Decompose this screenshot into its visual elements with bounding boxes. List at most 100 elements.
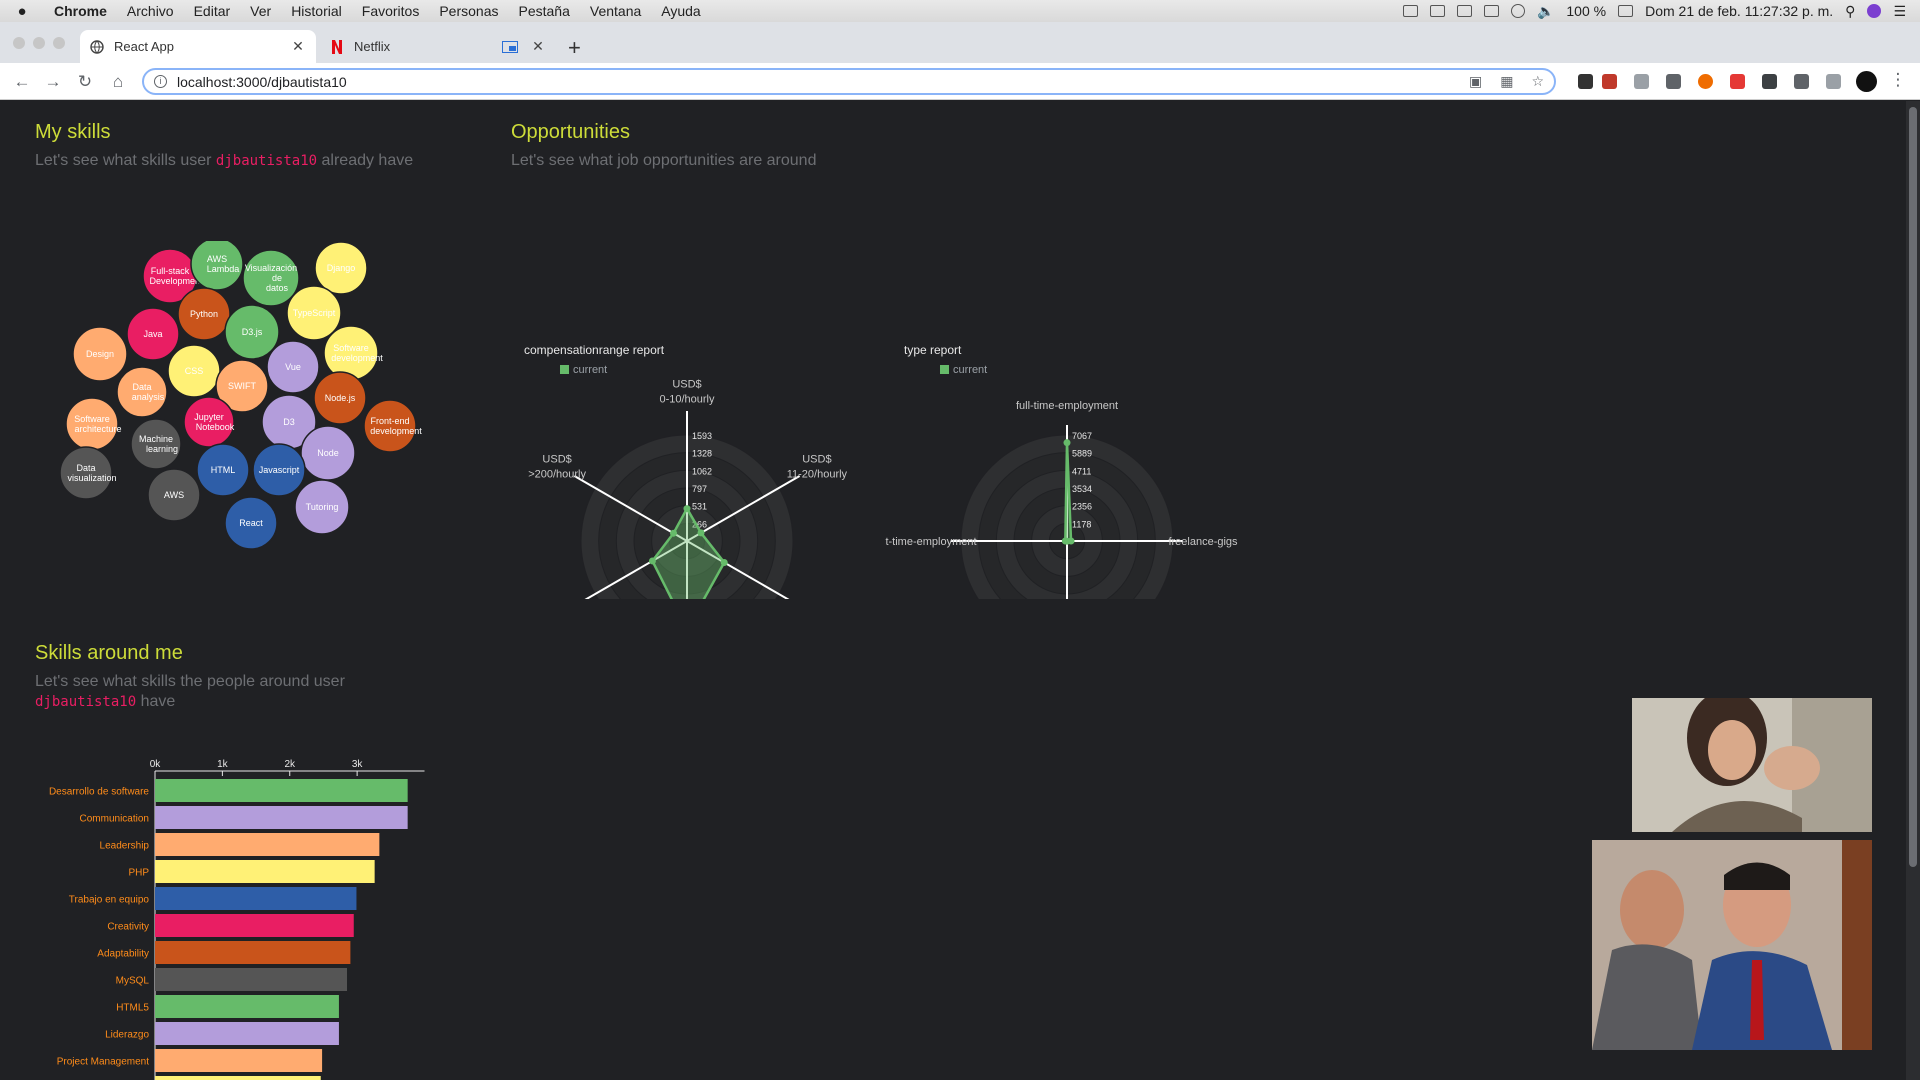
skill-bar[interactable] [155, 1022, 339, 1045]
back-button[interactable]: ← [12, 72, 32, 92]
menu-ver[interactable]: Ver [240, 3, 281, 19]
window-close-button[interactable] [13, 37, 25, 49]
radar-data-point[interactable] [648, 557, 656, 565]
skill-bubble[interactable]: Vue [266, 340, 320, 394]
skill-bubble[interactable]: D3.js [224, 304, 280, 360]
siri-icon[interactable] [1867, 4, 1882, 18]
volume-icon[interactable]: 🔈 [1537, 3, 1554, 20]
window-minimize-button[interactable] [33, 37, 45, 49]
skill-bubble[interactable]: Softwarearchitecture [65, 397, 122, 451]
spotlight-search-icon[interactable]: ⚲ [1845, 3, 1855, 20]
home-button[interactable]: ⌂ [108, 72, 128, 92]
bookmark-star-icon[interactable]: ☆ [1531, 73, 1544, 90]
skill-bar[interactable] [155, 779, 408, 802]
reload-button[interactable]: ↻ [75, 72, 95, 92]
skill-bar[interactable] [155, 914, 354, 937]
skill-bubble[interactable]: React [224, 496, 278, 550]
skill-bar[interactable] [155, 860, 375, 883]
skill-bar[interactable] [155, 806, 408, 829]
camera-icon[interactable] [1666, 74, 1681, 89]
cast-icon[interactable]: ▣ [1469, 73, 1482, 90]
skill-bubble[interactable]: CSS [167, 344, 221, 398]
ublock-icon[interactable] [1602, 74, 1617, 89]
skill-bubble[interactable]: HTML [196, 443, 250, 497]
qr-code-icon[interactable]: ▦ [1500, 73, 1513, 90]
chrome-menu-icon[interactable]: ⋮ [1888, 70, 1908, 90]
wifi-icon[interactable] [1510, 4, 1525, 18]
picture-in-picture-icon[interactable] [502, 40, 518, 53]
profile-avatar[interactable] [1856, 71, 1877, 92]
skill-bubble[interactable]: Softwaredevelopment [323, 325, 383, 381]
radar-data-point[interactable] [1063, 439, 1071, 447]
skill-bar[interactable] [155, 887, 357, 910]
tab-close-icon[interactable]: ✕ [290, 38, 306, 55]
menu-pestana[interactable]: Pestaña [509, 3, 580, 19]
extensions-puzzle-icon[interactable] [1794, 74, 1809, 89]
skill-bar[interactable] [155, 941, 351, 964]
extension-orange-icon[interactable] [1698, 74, 1713, 89]
address-bar[interactable]: i localhost:3000/djbautista10 ▣ ▦ ☆ [142, 68, 1556, 95]
skill-bubble[interactable]: TypeScript [286, 285, 342, 341]
skill-bubble[interactable]: Design [72, 326, 128, 382]
skill-bar[interactable] [155, 833, 380, 856]
skill-bubble[interactable]: Dataanalysis [116, 366, 168, 418]
airplay-icon[interactable] [1429, 5, 1445, 17]
skill-bar[interactable] [155, 1049, 323, 1072]
menu-ayuda[interactable]: Ayuda [651, 3, 710, 19]
battery-percent[interactable]: 100 % [1566, 3, 1606, 19]
new-tab-button[interactable]: + [568, 35, 581, 61]
radar-data-point[interactable] [1061, 537, 1069, 545]
shield-icon[interactable] [1634, 74, 1649, 89]
skill-bubble[interactable]: Python [177, 287, 231, 341]
skill-bubble[interactable]: Machinelearning [130, 418, 182, 470]
skill-bar[interactable] [155, 1076, 321, 1080]
skill-bubble[interactable]: Javascript [252, 443, 306, 497]
calendar-icon[interactable] [1483, 5, 1499, 17]
radar-data-point[interactable] [683, 505, 691, 513]
skill-bubble[interactable]: Node [300, 425, 356, 481]
pip-video-window-top[interactable] [1632, 698, 1872, 832]
menu-personas[interactable]: Personas [429, 3, 508, 19]
extension-tp-icon[interactable] [1730, 74, 1745, 89]
forward-button[interactable]: → [43, 72, 63, 92]
skill-bubble[interactable]: Datavisualization [60, 446, 117, 500]
extension-pip-icon[interactable] [1762, 74, 1777, 89]
skill-bubble[interactable]: AWSLambda [190, 241, 244, 291]
menu-archivo[interactable]: Archivo [117, 3, 184, 19]
skill-bubble[interactable]: Front-enddevelopment [363, 399, 422, 453]
scrollbar-thumb[interactable] [1909, 107, 1917, 867]
skill-bubble[interactable]: Django [314, 241, 368, 295]
pip-video-window-bottom[interactable] [1592, 840, 1872, 1050]
skill-bubble[interactable]: JupyterNotebook [183, 396, 235, 448]
screen-record-icon[interactable] [1402, 5, 1418, 17]
window-zoom-button[interactable] [53, 37, 65, 49]
page-scrollbar[interactable] [1906, 101, 1920, 1080]
skill-bar[interactable] [155, 995, 339, 1018]
menu-historial[interactable]: Historial [281, 3, 352, 19]
tab-react-app[interactable]: React App ✕ [80, 30, 316, 63]
skill-bubble[interactable]: Node.js [313, 371, 367, 425]
menu-ventana[interactable]: Ventana [580, 3, 651, 19]
skill-bubble[interactable]: Java [126, 307, 180, 361]
skill-bubble[interactable]: Visualizacióndedatos [242, 249, 300, 307]
tab-close-icon[interactable]: ✕ [530, 38, 546, 55]
menu-favoritos[interactable]: Favoritos [352, 3, 430, 19]
menu-app[interactable]: Chrome [44, 3, 117, 19]
site-info-icon[interactable]: i [154, 75, 167, 88]
radar-data-point[interactable] [697, 529, 705, 537]
skill-bubble[interactable]: Tutoring [294, 479, 350, 535]
skill-bar[interactable] [155, 968, 348, 991]
radar-data-point[interactable] [670, 529, 678, 537]
skill-bubble[interactable]: AWS [147, 468, 201, 522]
clock[interactable]: Dom 21 de feb. 11:27:32 p. m. [1645, 3, 1833, 19]
keyboard-icon[interactable] [1456, 5, 1472, 17]
control-center-icon[interactable]: ☰ [1893, 3, 1906, 20]
tab-netflix[interactable]: Netflix ✕ [320, 30, 556, 63]
battery-icon[interactable] [1618, 5, 1634, 17]
extension-pen-icon[interactable] [1578, 74, 1593, 89]
radar-data-point[interactable] [720, 559, 728, 567]
reading-list-icon[interactable] [1826, 74, 1841, 89]
menu-editar[interactable]: Editar [184, 3, 241, 19]
apple-menu-icon[interactable]: ● [0, 3, 44, 20]
url-text[interactable]: localhost:3000/djbautista10 [177, 74, 347, 90]
